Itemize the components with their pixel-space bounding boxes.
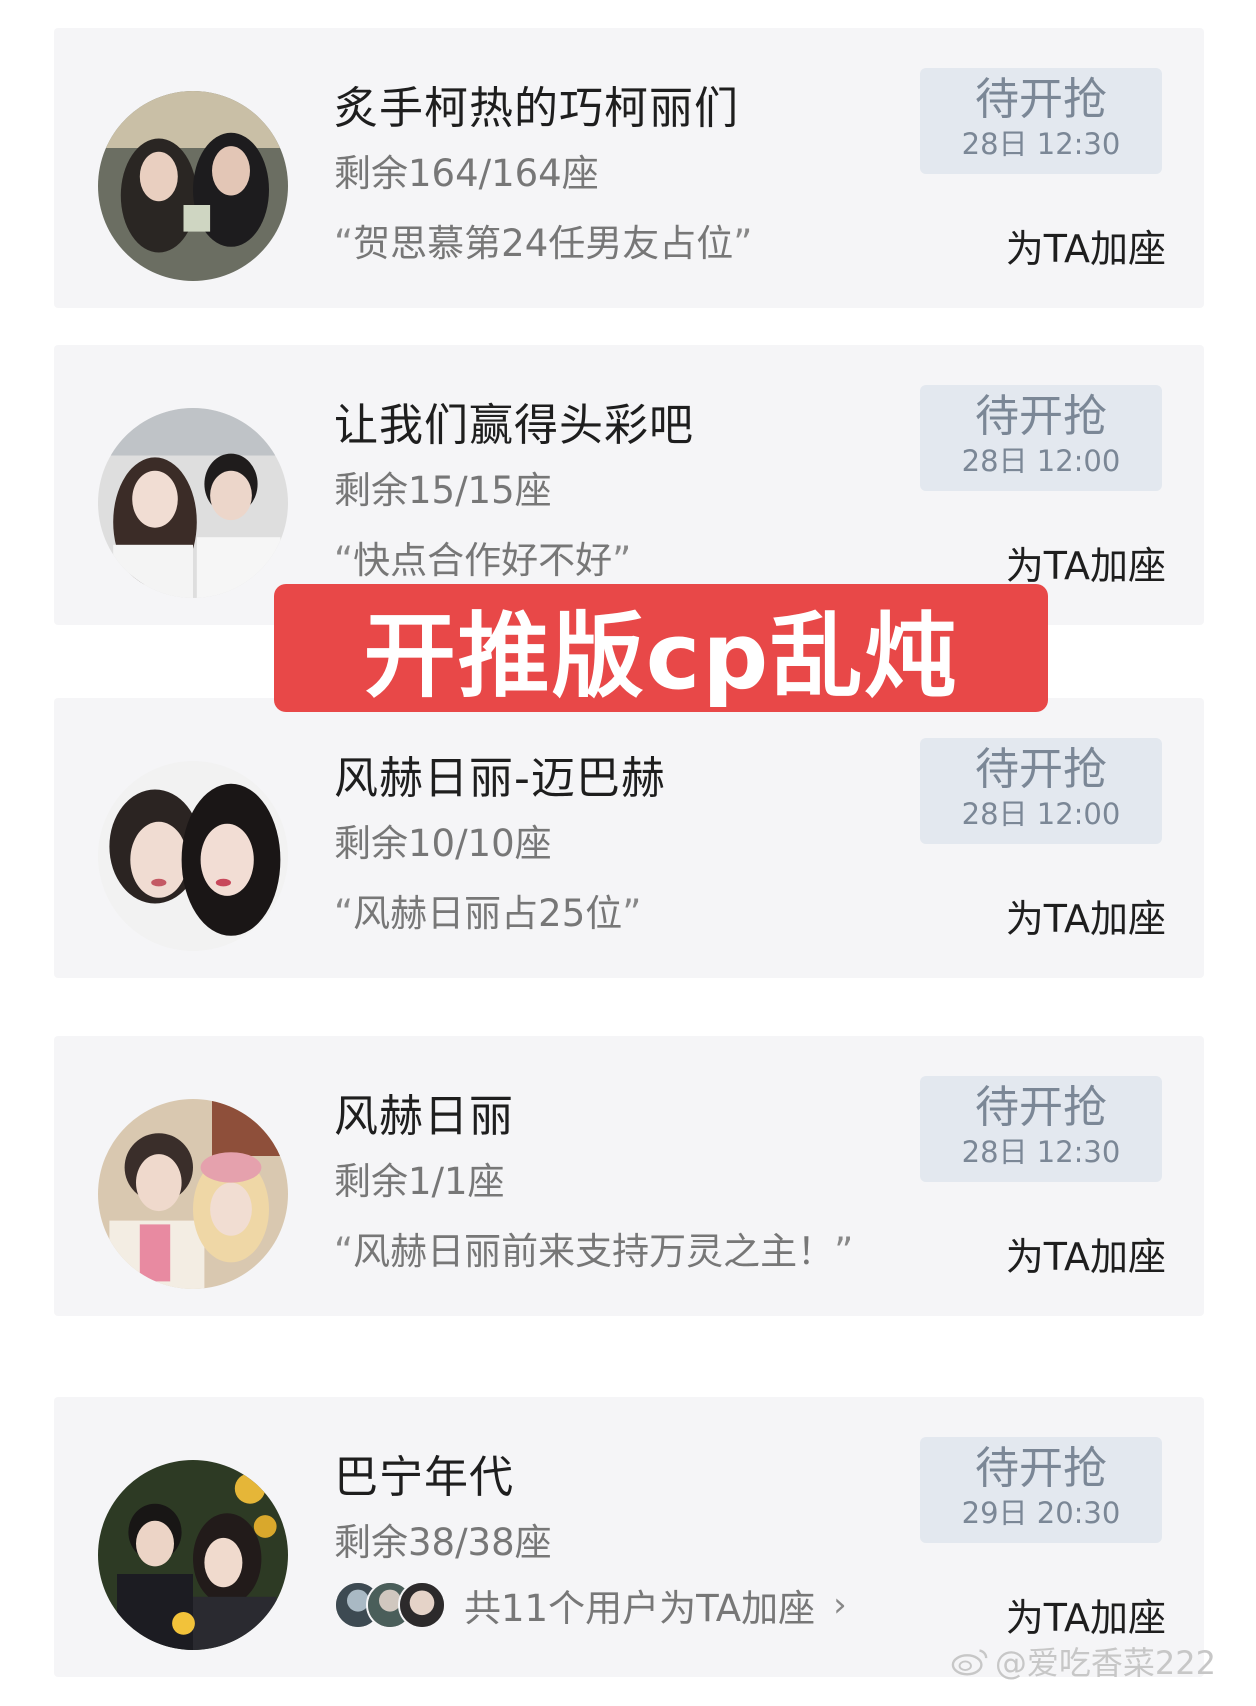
avatar[interactable] <box>98 91 288 281</box>
quote-text: 风赫日丽占25位 <box>353 892 623 935</box>
grab-seat-button[interactable]: 待开抢 28日 12:00 <box>920 385 1162 491</box>
grab-label: 待开抢 <box>975 1082 1107 1133</box>
seat-count: 剩余1/1座 <box>334 1160 505 1203</box>
grab-seat-button[interactable]: 待开抢 28日 12:30 <box>920 68 1162 174</box>
seat-card[interactable]: 风赫日丽-迈巴赫 剩余10/10座 “风赫日丽占25位” 待开抢 28日 12:… <box>54 698 1204 978</box>
avatar[interactable] <box>98 1460 288 1650</box>
add-seat-link[interactable]: 为TA加座 <box>1006 1226 1166 1281</box>
watermark: @爱吃香菜222 <box>951 1638 1216 1684</box>
grab-label: 待开抢 <box>975 1443 1107 1494</box>
seat-count: 剩余38/38座 <box>334 1521 552 1564</box>
supporters-row[interactable]: 共11个用户为TA加座 › <box>334 1581 847 1630</box>
room-quote: “快点合作好不好” <box>334 539 632 582</box>
seat-card[interactable]: 风赫日丽 剩余1/1座 “风赫日丽前来支持万灵之主！” 待开抢 28日 12:3… <box>54 1036 1204 1316</box>
quote-text: 风赫日丽前来支持万灵之主！ <box>353 1230 835 1273</box>
add-seat-link[interactable]: 为TA加座 <box>1006 888 1166 943</box>
seat-count: 剩余15/15座 <box>334 469 552 512</box>
avatar[interactable] <box>98 408 288 598</box>
watermark-text: @爱吃香菜222 <box>994 1644 1216 1682</box>
grab-label: 待开抢 <box>975 74 1107 125</box>
grab-seat-button[interactable]: 待开抢 29日 20:30 <box>920 1437 1162 1543</box>
grab-time: 28日 12:30 <box>961 1135 1121 1169</box>
room-quote: “风赫日丽前来支持万灵之主！” <box>334 1230 854 1273</box>
grab-seat-button[interactable]: 待开抢 28日 12:30 <box>920 1076 1162 1182</box>
add-seat-link[interactable]: 为TA加座 <box>1006 1587 1166 1642</box>
weibo-icon <box>951 1649 988 1676</box>
room-title: 风赫日丽-迈巴赫 <box>334 753 666 804</box>
quote-text: 快点合作好不好 <box>353 539 613 582</box>
room-title: 让我们赢得头彩吧 <box>334 400 694 451</box>
room-title: 巴宁年代 <box>334 1452 514 1503</box>
room-quote: “风赫日丽占25位” <box>334 892 642 935</box>
add-seat-link[interactable]: 为TA加座 <box>1006 218 1166 273</box>
grab-time: 28日 12:30 <box>961 127 1121 161</box>
banner-text: 开推版cp乱炖 <box>363 602 959 710</box>
room-quote: “贺思慕第24任男友占位” <box>334 222 753 265</box>
overlay-banner: 开推版cp乱炖 <box>274 584 1048 712</box>
grab-label: 待开抢 <box>975 391 1107 442</box>
avatar[interactable] <box>98 1099 288 1289</box>
grab-seat-button[interactable]: 待开抢 28日 12:00 <box>920 738 1162 844</box>
seat-count: 剩余164/164座 <box>334 152 599 195</box>
quote-text: 贺思慕第24任男友占位 <box>353 222 734 265</box>
chevron-right-icon: › <box>833 1585 847 1625</box>
supporter-avatar <box>398 1581 446 1629</box>
grab-time: 28日 12:00 <box>961 797 1121 831</box>
room-title: 风赫日丽 <box>334 1091 514 1142</box>
add-seat-link[interactable]: 为TA加座 <box>1006 535 1166 590</box>
room-title: 炙手柯热的巧柯丽们 <box>334 83 739 134</box>
seat-card[interactable]: 炙手柯热的巧柯丽们 剩余164/164座 “贺思慕第24任男友占位” 待开抢 2… <box>54 28 1204 308</box>
grab-label: 待开抢 <box>975 744 1107 795</box>
grab-time: 28日 12:00 <box>961 444 1121 478</box>
seat-card[interactable]: 巴宁年代 剩余38/38座 共11个用户为TA加座 › 待开抢 29日 20:3… <box>54 1397 1204 1677</box>
avatar[interactable] <box>98 761 288 951</box>
grab-time: 29日 20:30 <box>961 1496 1121 1530</box>
supporters-count-text: 共11个用户为TA加座 <box>464 1587 816 1630</box>
seat-count: 剩余10/10座 <box>334 822 552 865</box>
